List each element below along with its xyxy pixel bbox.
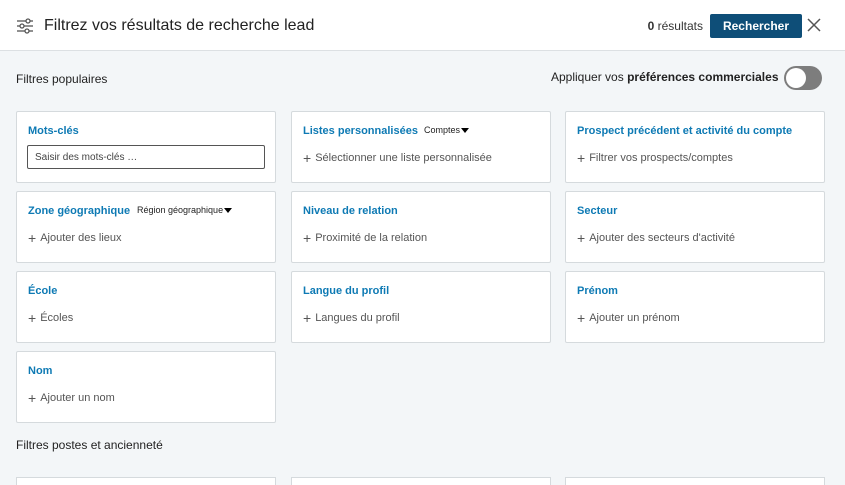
add-label: Filtrer vos prospects/comptes <box>589 152 733 164</box>
plus-icon: + <box>28 309 37 326</box>
preferences-label: Appliquer vos préférences commerciales <box>551 70 779 84</box>
card-title: Prospect précédent et activité du compte <box>577 125 793 137</box>
card-title: Niveau de relation <box>303 205 398 217</box>
modal-header: Filtrez vos résultats de recherche lead … <box>0 0 845 51</box>
filter-card-school: École + Écoles <box>16 271 276 343</box>
preferences-toggle[interactable] <box>784 66 822 90</box>
card-title: Listes personnalisées <box>303 125 418 137</box>
filter-card-first-name: Prénom + Ajouter un prénom <box>565 271 825 343</box>
preferences-label-prefix: Appliquer vos <box>551 70 624 84</box>
filter-card-partial <box>16 477 276 485</box>
filter-card-partial <box>291 477 551 485</box>
search-button[interactable]: Rechercher <box>710 14 802 38</box>
caret-down-icon <box>224 207 233 213</box>
add-label: Proximité de la relation <box>315 232 428 244</box>
card-title: École <box>28 285 58 297</box>
add-custom-list-button[interactable]: + Sélectionner une liste personnalisée <box>303 149 492 166</box>
dropdown-label: Comptes <box>424 125 461 135</box>
plus-icon: + <box>577 309 586 326</box>
custom-lists-dropdown[interactable]: Comptes <box>424 125 470 135</box>
dropdown-label: Région géographique <box>137 205 224 215</box>
filter-sliders-icon <box>17 18 33 34</box>
card-title: Prénom <box>577 285 618 297</box>
modal-title: Filtrez vos résultats de recherche lead <box>44 17 315 34</box>
filter-card-keywords: Mots-clés <box>16 111 276 183</box>
results-number: 0 <box>647 19 655 33</box>
plus-icon: + <box>303 149 312 166</box>
add-location-button[interactable]: + Ajouter des lieux <box>28 229 122 246</box>
plus-icon: + <box>577 229 586 246</box>
filter-card-custom-lists: Listes personnalisées Comptes + Sélection… <box>291 111 551 183</box>
plus-icon: + <box>28 229 37 246</box>
results-count: 0 résultats <box>648 19 703 33</box>
plus-icon: + <box>303 229 312 246</box>
add-prior-prospect-button[interactable]: + Filtrer vos prospects/comptes <box>577 149 733 166</box>
plus-icon: + <box>577 149 586 166</box>
plus-icon: + <box>303 309 312 326</box>
add-last-name-button[interactable]: + Ajouter un nom <box>28 389 115 406</box>
add-profile-language-button[interactable]: + Langues du profil <box>303 309 400 326</box>
filter-card-relationship: Niveau de relation + Proximité de la rela… <box>291 191 551 263</box>
card-title: Nom <box>28 365 53 377</box>
add-label: Ajouter des secteurs d'activité <box>589 232 735 244</box>
caret-down-icon <box>461 127 470 133</box>
add-label: Ajouter des lieux <box>40 232 122 244</box>
geography-dropdown[interactable]: Région géographique <box>137 205 233 215</box>
add-school-button[interactable]: + Écoles <box>28 309 74 326</box>
add-label: Ajouter un prénom <box>589 312 680 324</box>
section-title-popular: Filtres populaires <box>16 72 108 86</box>
keywords-input[interactable] <box>27 145 265 169</box>
filter-card-profile-language: Langue du profil + Langues du profil <box>291 271 551 343</box>
card-title: Secteur <box>577 205 618 217</box>
add-label: Écoles <box>40 312 74 324</box>
card-title: Langue du profil <box>303 285 390 297</box>
card-title: Zone géographique <box>28 205 131 217</box>
filter-card-partial <box>565 477 825 485</box>
results-label: résultats <box>657 19 703 33</box>
add-sector-button[interactable]: + Ajouter des secteurs d'activité <box>577 229 735 246</box>
filter-card-sector: Secteur + Ajouter des secteurs d'activité <box>565 191 825 263</box>
add-relationship-button[interactable]: + Proximité de la relation <box>303 229 428 246</box>
filter-card-geography: Zone géographique Région géographique + A… <box>16 191 276 263</box>
add-label: Sélectionner une liste personnalisée <box>315 152 492 164</box>
filter-card-last-name: Nom + Ajouter un nom <box>16 351 276 423</box>
preferences-label-bold: préférences commerciales <box>627 70 779 84</box>
filter-card-prior-prospect: Prospect précédent et activité du compte… <box>565 111 825 183</box>
plus-icon: + <box>28 389 37 406</box>
toggle-knob <box>786 68 806 88</box>
close-icon[interactable] <box>806 17 822 33</box>
add-label: Langues du profil <box>315 312 400 324</box>
card-title: Mots-clés <box>28 125 79 137</box>
add-first-name-button[interactable]: + Ajouter un prénom <box>577 309 680 326</box>
add-label: Ajouter un nom <box>40 392 115 404</box>
section-title-positions: Filtres postes et ancienneté <box>16 438 163 452</box>
